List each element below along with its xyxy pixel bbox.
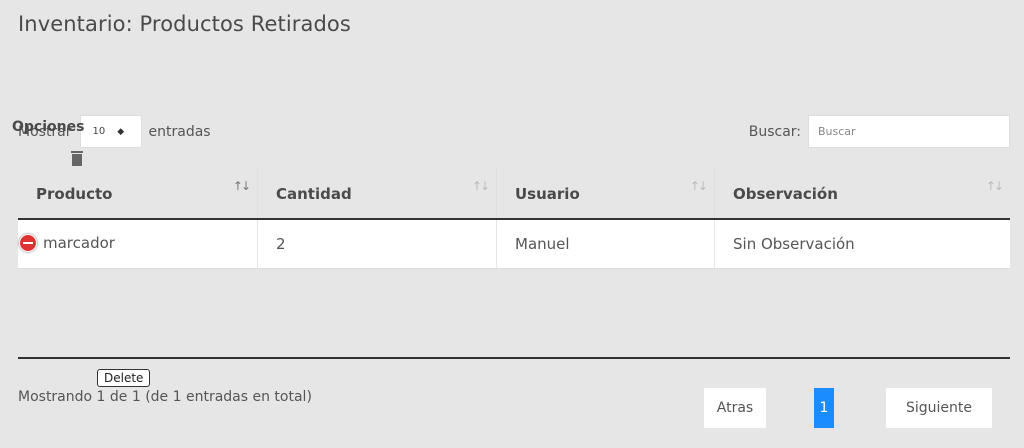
table-header: Producto ↑↓ Cantidad ↑↓ Usuario ↑↓ Obser… (18, 167, 1010, 220)
options-label: Opciones (12, 119, 85, 135)
next-page-button[interactable]: Siguiente (886, 388, 992, 428)
collapse-row-icon[interactable] (19, 234, 37, 252)
column-label: Producto (36, 185, 113, 203)
cell-observacion: Sin Observación (733, 235, 855, 253)
row-details (18, 269, 1010, 359)
table-info: Mostrando 1 de 1 (de 1 entradas en total… (18, 389, 312, 405)
sort-icon: ↑↓ (689, 179, 708, 193)
column-label: Usuario (515, 185, 580, 203)
trash-lid (71, 151, 83, 153)
current-page-button[interactable]: 1 (814, 388, 834, 428)
table-row: marcador 2 Manuel Sin Observación (18, 220, 1010, 269)
delete-tooltip: Delete (97, 369, 151, 387)
sort-icon: ↑↓ (985, 179, 1004, 193)
trash-can (72, 154, 82, 166)
length-suffix: entradas (148, 123, 211, 140)
column-header-producto[interactable]: Producto ↑↓ (18, 167, 258, 218)
cell-producto: marcador (18, 220, 258, 268)
cell-cantidad: 2 (258, 220, 497, 268)
search-control: Buscar: Buscar (749, 115, 1010, 148)
sort-icon: ↑↓ (471, 179, 490, 193)
products-table: Producto ↑↓ Cantidad ↑↓ Usuario ↑↓ Obser… (18, 167, 1010, 359)
search-input[interactable]: Buscar (808, 115, 1010, 148)
page-title: Inventario: Productos Retirados (18, 12, 351, 36)
column-header-cantidad[interactable]: Cantidad ↑↓ (258, 167, 497, 218)
search-label: Buscar: (748, 123, 801, 140)
cell-usuario: Manuel (497, 220, 715, 268)
select-arrows-icon: ◆ (117, 126, 125, 137)
entries-per-page-value: 10 (92, 126, 106, 137)
prev-page-button[interactable]: Atras (704, 388, 766, 428)
trash-icon[interactable] (71, 151, 83, 166)
column-header-observacion[interactable]: Observación ↑↓ (715, 167, 1010, 218)
column-label: Cantidad (276, 185, 352, 203)
column-header-usuario[interactable]: Usuario ↑↓ (497, 167, 715, 218)
entries-per-page-select[interactable]: 10 ◆ (79, 115, 142, 148)
cell-text: marcador (43, 234, 115, 252)
sort-icon: ↑↓ (232, 179, 251, 193)
column-label: Observación (733, 185, 838, 203)
